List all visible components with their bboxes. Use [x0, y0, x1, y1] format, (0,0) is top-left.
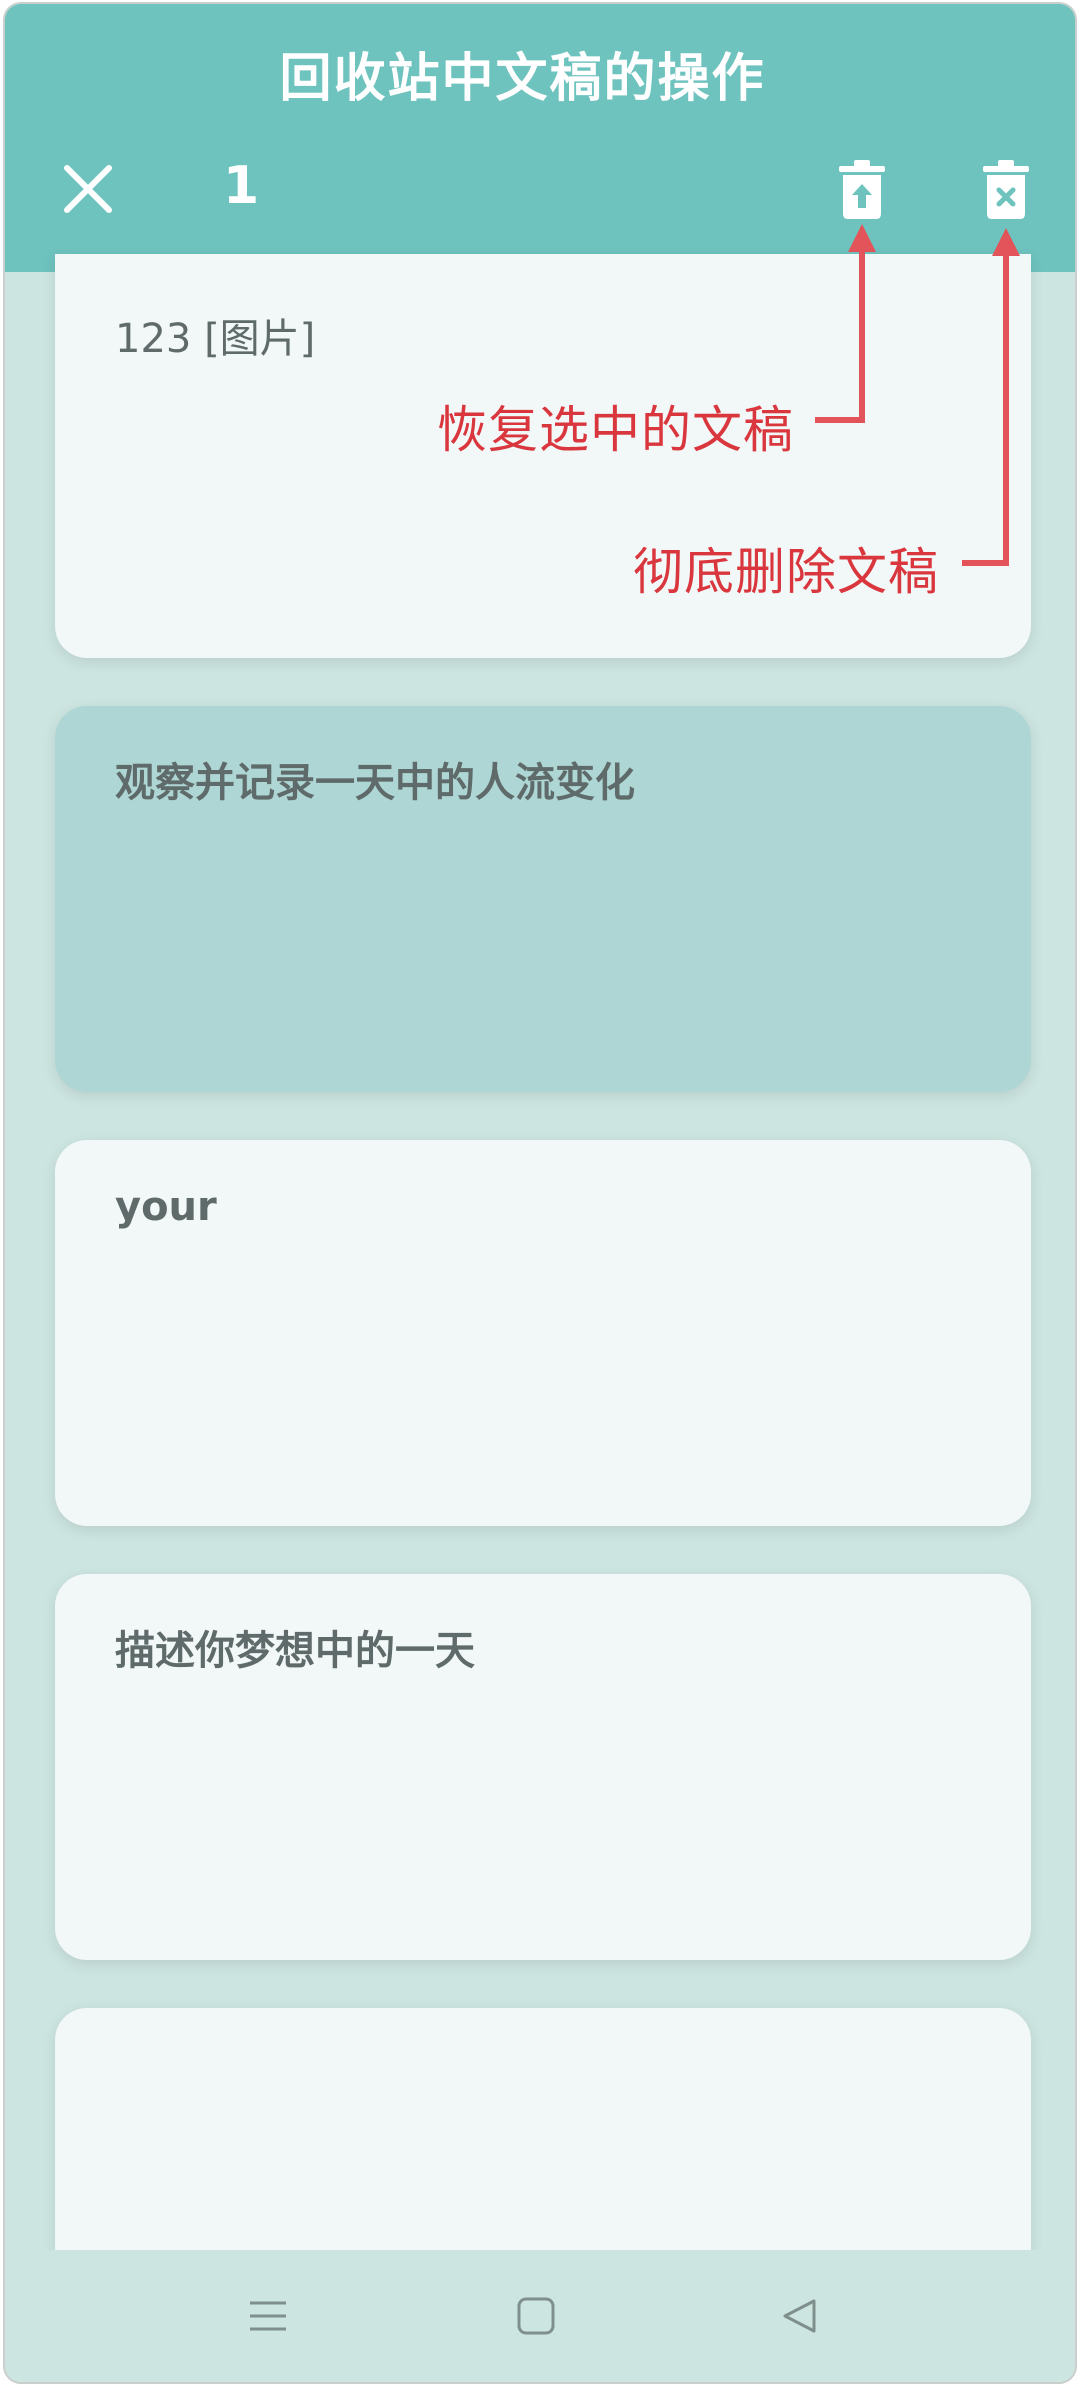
home-square-icon: [517, 2297, 555, 2335]
draft-card[interactable]: 描述你梦想中的一天: [55, 1574, 1031, 1960]
system-navigation-bar: [5, 2250, 1075, 2382]
selection-toolbar: 回收站中文稿的操作 1: [5, 4, 1075, 272]
draft-preview-text: 描述你梦想中的一天: [115, 1628, 475, 1674]
trash-delete-forever-icon: [983, 160, 1029, 219]
close-selection-button[interactable]: [55, 154, 125, 224]
close-icon: [64, 165, 112, 213]
delete-annotation-label: 彻底删除文稿: [633, 543, 939, 601]
delete-forever-button[interactable]: [981, 160, 1031, 220]
draft-preview-text: 123 [图片]: [115, 316, 316, 362]
home-button[interactable]: [516, 2296, 556, 2336]
restore-button[interactable]: [837, 160, 887, 220]
draft-card[interactable]: your: [55, 1140, 1031, 1526]
back-button[interactable]: [780, 2296, 820, 2336]
restore-annotation-label: 恢复选中的文稿: [437, 401, 794, 459]
menu-button[interactable]: [248, 2296, 288, 2336]
draft-card-selected[interactable]: 观察并记录一天中的人流变化: [55, 706, 1031, 1092]
selected-count: 1: [223, 156, 260, 216]
phone-screen: 回收站中文稿的操作 1 123 [图片] 观察并记录一天中的人流变化 your …: [3, 2, 1077, 2384]
draft-preview-text: your: [115, 1184, 217, 1230]
draft-preview-text: 观察并记录一天中的人流变化: [115, 760, 635, 806]
trash-restore-icon: [839, 160, 885, 219]
page-title: 回收站中文稿的操作: [279, 49, 766, 109]
back-triangle-icon: [783, 2299, 816, 2333]
menu-icon: [250, 2301, 286, 2331]
